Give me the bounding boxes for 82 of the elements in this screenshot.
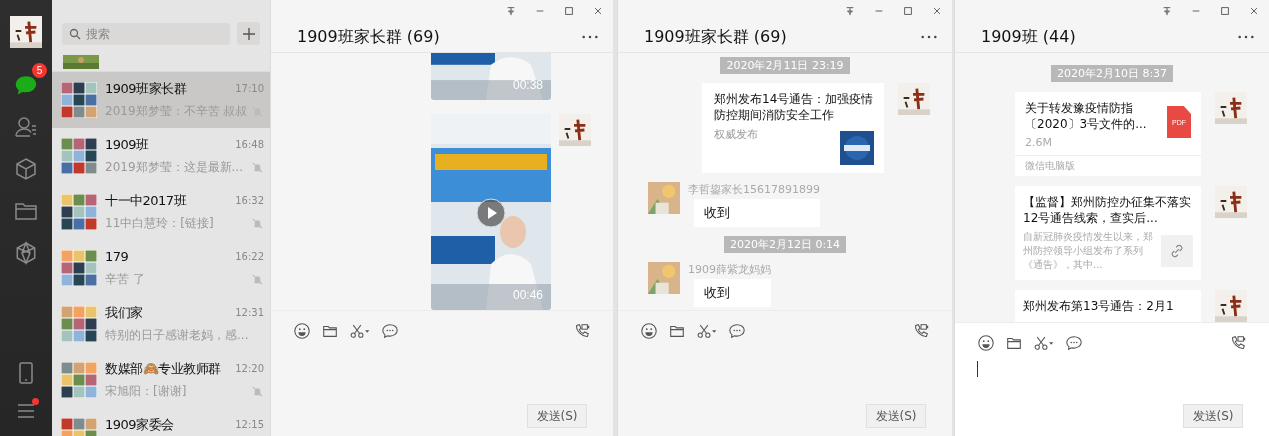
message-preview: 特别的日子感谢老妈，感... bbox=[105, 327, 249, 344]
article-description: 自新冠肺炎疫情发生以来，郑州防控领导小组发布了系列《通告》，其中... bbox=[1023, 230, 1154, 272]
scissors-icon[interactable] bbox=[349, 322, 371, 340]
link-source: 权威发布 bbox=[714, 127, 758, 142]
chat-bubble-icon[interactable] bbox=[381, 322, 399, 340]
maximize-icon[interactable] bbox=[1220, 6, 1230, 16]
emoji-icon[interactable] bbox=[293, 322, 311, 340]
chat-time: 12:20 bbox=[235, 363, 264, 374]
more-icon[interactable] bbox=[920, 34, 938, 40]
call-icon[interactable] bbox=[912, 322, 930, 340]
chat-title: 1909班家长群 (69) bbox=[644, 26, 787, 48]
video-duration: 00:38 bbox=[512, 78, 543, 92]
search-field[interactable]: 搜索 bbox=[62, 22, 230, 45]
chat-title: 1909班家长群 (69) bbox=[297, 26, 440, 48]
article-title: 【监督】郑州防控办征集不落实12号通告线索，查实后... bbox=[1023, 194, 1192, 226]
pin-icon[interactable] bbox=[845, 6, 855, 16]
pin-icon[interactable] bbox=[506, 6, 516, 16]
send-button[interactable]: 发送(S) bbox=[1183, 404, 1243, 428]
link-title: 郑州发布14号通告：加强疫情防控期间消防安全工作 bbox=[714, 91, 874, 123]
chat-bubble-icon[interactable] bbox=[728, 322, 746, 340]
more-icon[interactable] bbox=[1237, 34, 1255, 40]
emoji-icon[interactable] bbox=[977, 334, 995, 352]
timestamp: 2020年2月11日 23:19 bbox=[720, 57, 850, 74]
maximize-icon[interactable] bbox=[903, 6, 913, 16]
chat-time: 16:22 bbox=[235, 251, 264, 262]
chat-list-item[interactable]: 179 16:22 辛苦 了 bbox=[52, 240, 270, 296]
article-title: 郑州发布第13号通告：2月1 bbox=[1023, 298, 1175, 314]
card-footer: 微信电脑版 bbox=[1015, 155, 1201, 176]
maximize-icon[interactable] bbox=[564, 6, 574, 16]
chat-name: 我们家 bbox=[105, 303, 143, 322]
message-input[interactable]: 发送(S) bbox=[271, 310, 613, 436]
sender-name: 李哲鋆家长15617891899 bbox=[688, 182, 820, 197]
close-icon[interactable] bbox=[1249, 6, 1259, 16]
sender-name: 1909薛紫龙妈妈 bbox=[688, 262, 771, 277]
emoji-icon[interactable] bbox=[640, 322, 658, 340]
chat-name: 1909班 bbox=[105, 135, 149, 154]
chat-bubble-icon[interactable] bbox=[1065, 334, 1083, 352]
chat-time: 16:48 bbox=[235, 139, 264, 150]
chat-time: 16:32 bbox=[235, 195, 264, 206]
chat-list-item[interactable]: 数媒部🙈专业教师群 12:20 宋旭阳：[谢谢] bbox=[52, 352, 270, 408]
pin-icon[interactable] bbox=[1162, 6, 1172, 16]
send-button[interactable]: 发送(S) bbox=[527, 404, 587, 428]
chat-name: 179 bbox=[105, 249, 129, 264]
message-preview: 2019郑梦莹：这是最新... bbox=[105, 159, 243, 176]
text-cursor bbox=[977, 361, 978, 377]
chat-list-item[interactable]: 我们家 12:31 特别的日子感谢老妈，感... bbox=[52, 296, 270, 352]
chat-time: 17:10 bbox=[235, 83, 264, 94]
message-input[interactable]: 发送(S) bbox=[955, 322, 1269, 436]
chat-name: 数媒部🙈专业教师群 bbox=[105, 359, 221, 378]
close-icon[interactable] bbox=[593, 6, 603, 16]
call-icon[interactable] bbox=[1229, 334, 1247, 352]
message-preview: 宋旭阳：[谢谢] bbox=[105, 383, 187, 400]
scissors-icon[interactable] bbox=[1033, 334, 1055, 352]
more-icon[interactable] bbox=[581, 34, 599, 40]
chat-name: 1909家委会 bbox=[105, 415, 174, 434]
timestamp: 2020年2月12日 0:14 bbox=[723, 236, 847, 253]
chat-name: 十一中2017班 bbox=[105, 191, 187, 210]
video-duration: 00:46 bbox=[512, 288, 543, 302]
cube-icon[interactable] bbox=[13, 156, 39, 182]
plus-icon bbox=[241, 26, 256, 41]
chat-list-item[interactable]: 1909班 16:48 2019郑梦莹：这是最新... bbox=[52, 128, 270, 184]
chat-title: 1909班 (44) bbox=[981, 26, 1076, 48]
message-input[interactable]: 发送(S) bbox=[618, 310, 952, 436]
file-name: 关于转发豫疫情防指〔2020〕3号文件的... bbox=[1025, 100, 1148, 132]
chat-name: 1909班家长群 bbox=[105, 79, 187, 98]
close-icon[interactable] bbox=[932, 6, 942, 16]
search-icon bbox=[69, 27, 81, 40]
play-icon[interactable] bbox=[476, 198, 506, 228]
message-preview: 辛苦 了 bbox=[105, 271, 145, 288]
chat-time: 12:15 bbox=[235, 419, 264, 430]
message-preview: 11中白慧玲：[链接] bbox=[105, 215, 214, 232]
chat-time: 12:31 bbox=[235, 307, 264, 318]
call-icon[interactable] bbox=[573, 322, 591, 340]
scissors-icon[interactable] bbox=[696, 322, 718, 340]
timestamp: 2020年2月10日 8:37 bbox=[1050, 65, 1174, 82]
chat-list-item[interactable]: 十一中2017班 16:32 11中白慧玲：[链接] bbox=[52, 184, 270, 240]
contacts-icon[interactable] bbox=[13, 114, 39, 140]
unread-badge: 5 bbox=[32, 63, 47, 78]
file-size: 2.6M bbox=[1025, 136, 1053, 149]
chat-list-item[interactable]: 1909家委会 12:15 bbox=[52, 408, 270, 436]
send-button[interactable]: 发送(S) bbox=[866, 404, 926, 428]
add-button[interactable] bbox=[237, 22, 260, 45]
